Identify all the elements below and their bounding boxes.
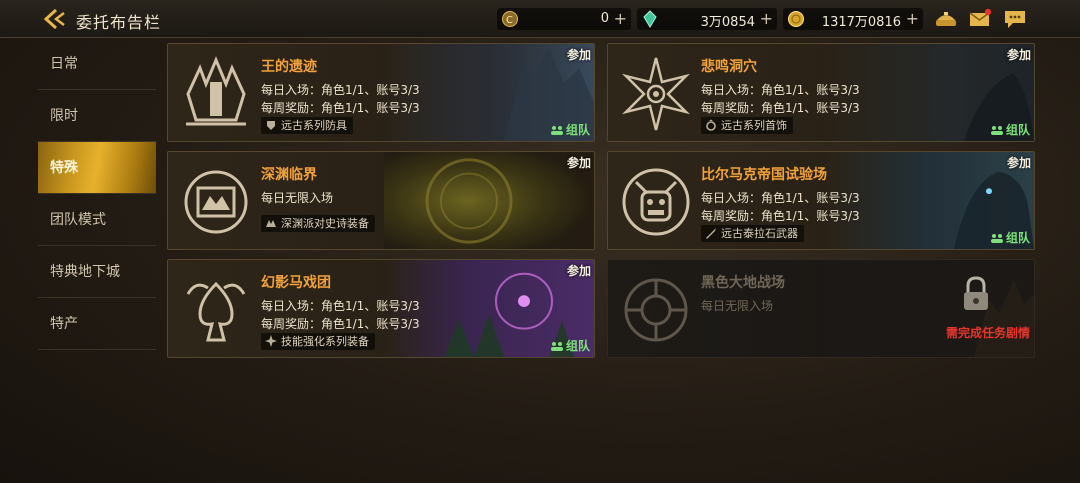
team-label: 组队 xyxy=(1005,231,1030,245)
daily-entry-text: 每日入场：角色1/1、账号3/3 xyxy=(261,83,420,97)
mail-icon[interactable] xyxy=(968,8,992,30)
add-resource-button[interactable]: + xyxy=(906,9,919,28)
kings-relic-emblem-icon xyxy=(186,56,246,126)
add-resource-button[interactable]: + xyxy=(614,9,627,28)
sidebar-item-special[interactable]: 特殊 xyxy=(38,142,156,194)
reward-tag: 远古泰拉石武器 xyxy=(701,225,804,242)
page-title: 委托布告栏 xyxy=(76,13,162,32)
resource-coin-c: C 0 + xyxy=(497,8,631,30)
team-button[interactable]: 组队 xyxy=(990,121,1030,138)
weekly-reward-text: 每周奖励：角色1/1、账号3/3 xyxy=(701,101,860,115)
sidebar-item-special-dungeon[interactable]: 特典地下城 xyxy=(38,246,156,298)
join-button[interactable]: 参加 xyxy=(567,46,591,63)
team-label: 组队 xyxy=(565,123,590,137)
dungeon-card-kings-relic[interactable]: 王的遗迹 每日入场：角色1/1、账号3/3 每周奖励：角色1/1、账号3/3 远… xyxy=(167,43,595,142)
sidebar-item-label: 限时 xyxy=(50,108,78,124)
join-button[interactable]: 参加 xyxy=(1007,154,1031,171)
sidebar-item-daily[interactable]: 日常 xyxy=(38,38,156,90)
sidebar-item-specialty[interactable]: 特产 xyxy=(38,298,156,350)
unlock-requirement-text: 需完成任务剧情 xyxy=(945,326,1030,340)
resource-value: 0 xyxy=(600,11,609,26)
resource-crystal: 3万0854 + xyxy=(637,8,777,30)
daily-entry-text: 每日入场：角色1/1、账号3/3 xyxy=(701,83,860,97)
dungeon-art-image xyxy=(384,152,594,249)
daily-entry-text: 每日无限入场 xyxy=(261,191,334,205)
black-earth-emblem-icon xyxy=(624,278,688,342)
dungeon-card-bilmark-empire[interactable]: 比尔马克帝国试验场 每日入场：角色1/1、账号3/3 每周奖励：角色1/1、账号… xyxy=(607,151,1035,250)
sidebar-item-label: 团队模式 xyxy=(50,212,106,228)
gold-coin-c-icon: C xyxy=(502,11,518,27)
dungeon-card-weeping-cave[interactable]: 悲鸣洞穴 每日入场：角色1/1、账号3/3 每周奖励：角色1/1、账号3/3 远… xyxy=(607,43,1035,142)
lock-icon xyxy=(964,276,988,310)
skill-boost-icon xyxy=(265,335,277,347)
chat-icon[interactable] xyxy=(1003,8,1027,30)
join-button[interactable]: 参加 xyxy=(1007,46,1031,63)
resource-gold: 1317万0816 + xyxy=(783,8,923,30)
team-button[interactable]: 组队 xyxy=(550,337,590,354)
armor-icon xyxy=(267,121,275,130)
team-label: 组队 xyxy=(565,339,590,353)
reward-tag: 远古系列首饰 xyxy=(701,117,793,134)
sidebar-item-label: 特典地下城 xyxy=(50,264,120,280)
sidebar-item-limited[interactable]: 限时 xyxy=(38,90,156,142)
top-bar: 委托布告栏 C 0 + 3万0854 + 1317万0816 + xyxy=(0,0,1080,38)
team-icon xyxy=(550,342,563,351)
sidebar-item-label: 特产 xyxy=(50,316,78,332)
phantom-circus-emblem-icon xyxy=(186,281,246,342)
dungeon-title: 比尔马克帝国试验场 xyxy=(701,167,827,183)
team-label: 组队 xyxy=(1005,123,1030,137)
weeping-cave-emblem-icon xyxy=(621,57,691,131)
epic-equipment-icon xyxy=(266,220,276,227)
weapon-icon xyxy=(706,228,716,239)
daily-entry-text: 每日入场：角色1/1、账号3/3 xyxy=(261,299,420,313)
reward-tag-label: 技能强化系列装备 xyxy=(281,335,369,348)
back-arrow-icon[interactable] xyxy=(42,7,68,31)
svg-text:C: C xyxy=(506,15,513,26)
team-icon xyxy=(990,126,1003,135)
reward-tag-label: 远古泰拉石武器 xyxy=(721,227,798,240)
reward-tag: 深渊派对史诗装备 xyxy=(261,215,375,232)
weekly-reward-text: 每周奖励：角色1/1、账号3/3 xyxy=(261,317,420,331)
join-button[interactable]: 参加 xyxy=(567,154,591,171)
resource-value: 1317万0816 xyxy=(821,15,901,30)
team-icon xyxy=(990,234,1003,243)
sidebar: 日常 限时 特殊 团队模式 特典地下城 特产 xyxy=(38,38,156,350)
daily-entry-text: 每日无限入场 xyxy=(701,299,774,313)
team-icon xyxy=(550,126,563,135)
dungeon-title: 黑色大地战场 xyxy=(701,275,785,291)
gold-coin-icon xyxy=(788,11,804,27)
weekly-reward-text: 每周奖励：角色1/1、账号3/3 xyxy=(701,209,860,223)
dungeon-title: 幻影马戏团 xyxy=(261,275,331,291)
dungeon-art-image xyxy=(824,260,1034,357)
sidebar-item-label: 特殊 xyxy=(50,160,78,176)
daily-entry-text: 每日入场：角色1/1、账号3/3 xyxy=(701,191,860,205)
dungeon-card-black-earth-locked[interactable]: 黑色大地战场 每日无限入场 需完成任务剧情 xyxy=(607,259,1035,358)
abyss-threshold-emblem-icon xyxy=(184,170,248,234)
resource-value: 3万0854 xyxy=(700,15,755,30)
team-button[interactable]: 组队 xyxy=(990,229,1030,246)
sidebar-item-label: 日常 xyxy=(50,56,78,72)
team-button[interactable]: 组队 xyxy=(550,121,590,138)
dungeon-title: 王的遗迹 xyxy=(261,59,317,75)
dungeon-card-abyss-threshold[interactable]: 深渊临界 每日无限入场 深渊派对史诗装备 参加 xyxy=(167,151,595,250)
crystal-icon xyxy=(643,10,657,28)
dungeon-title: 深渊临界 xyxy=(261,167,317,183)
reward-tag: 技能强化系列装备 xyxy=(261,333,375,350)
reward-tag: 远古系列防具 xyxy=(261,117,353,134)
reward-tag-label: 深渊派对史诗装备 xyxy=(281,217,369,230)
ring-icon xyxy=(706,119,716,131)
dungeon-card-phantom-circus[interactable]: 幻影马戏团 每日入场：角色1/1、账号3/3 每周奖励：角色1/1、账号3/3 … xyxy=(167,259,595,358)
add-resource-button[interactable]: + xyxy=(760,9,773,28)
weekly-reward-text: 每周奖励：角色1/1、账号3/3 xyxy=(261,101,420,115)
join-button[interactable]: 参加 xyxy=(567,262,591,279)
reward-tag-label: 远古系列首饰 xyxy=(721,119,787,132)
reward-tag-label: 远古系列防具 xyxy=(281,119,347,132)
bilmark-emblem-icon xyxy=(622,168,690,236)
sidebar-item-team-mode[interactable]: 团队模式 xyxy=(38,194,156,246)
shop-icon[interactable] xyxy=(934,8,958,30)
dungeon-title: 悲鸣洞穴 xyxy=(701,59,757,75)
